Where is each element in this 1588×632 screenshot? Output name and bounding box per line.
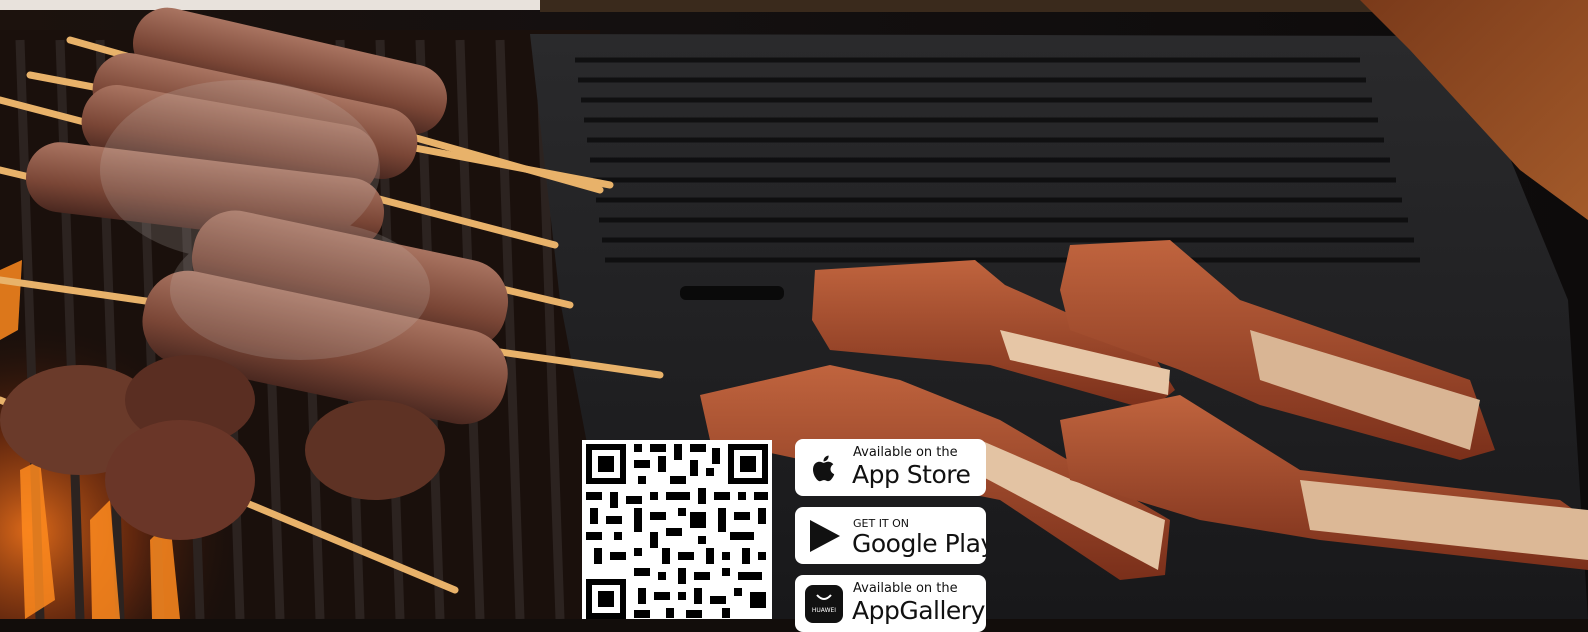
- apple-icon: [813, 455, 835, 482]
- huawei-icon: HUAWEI: [805, 585, 843, 623]
- app-store-big-label: App Store: [852, 460, 971, 489]
- qr-code-icon[interactable]: [582, 440, 772, 619]
- qr-code-graphic: [582, 440, 772, 619]
- huawei-icon-label: HUAWEI: [811, 607, 837, 614]
- app-store-small-label: Available on the: [853, 445, 958, 460]
- app-gallery-small-label: Available on the: [853, 581, 958, 596]
- google-play-big-label: Google Play: [852, 529, 986, 558]
- play-icon: [810, 520, 840, 552]
- app-gallery-badge[interactable]: HUAWEI Available on the AppGallery: [795, 575, 986, 632]
- google-play-badge[interactable]: GET IT ON Google Play: [795, 507, 986, 564]
- shopping-bag-icon: [816, 594, 832, 600]
- bbq-photo: [0, 0, 1588, 619]
- app-gallery-big-label: AppGallery: [852, 596, 985, 625]
- app-store-badge[interactable]: Available on the App Store: [795, 439, 986, 496]
